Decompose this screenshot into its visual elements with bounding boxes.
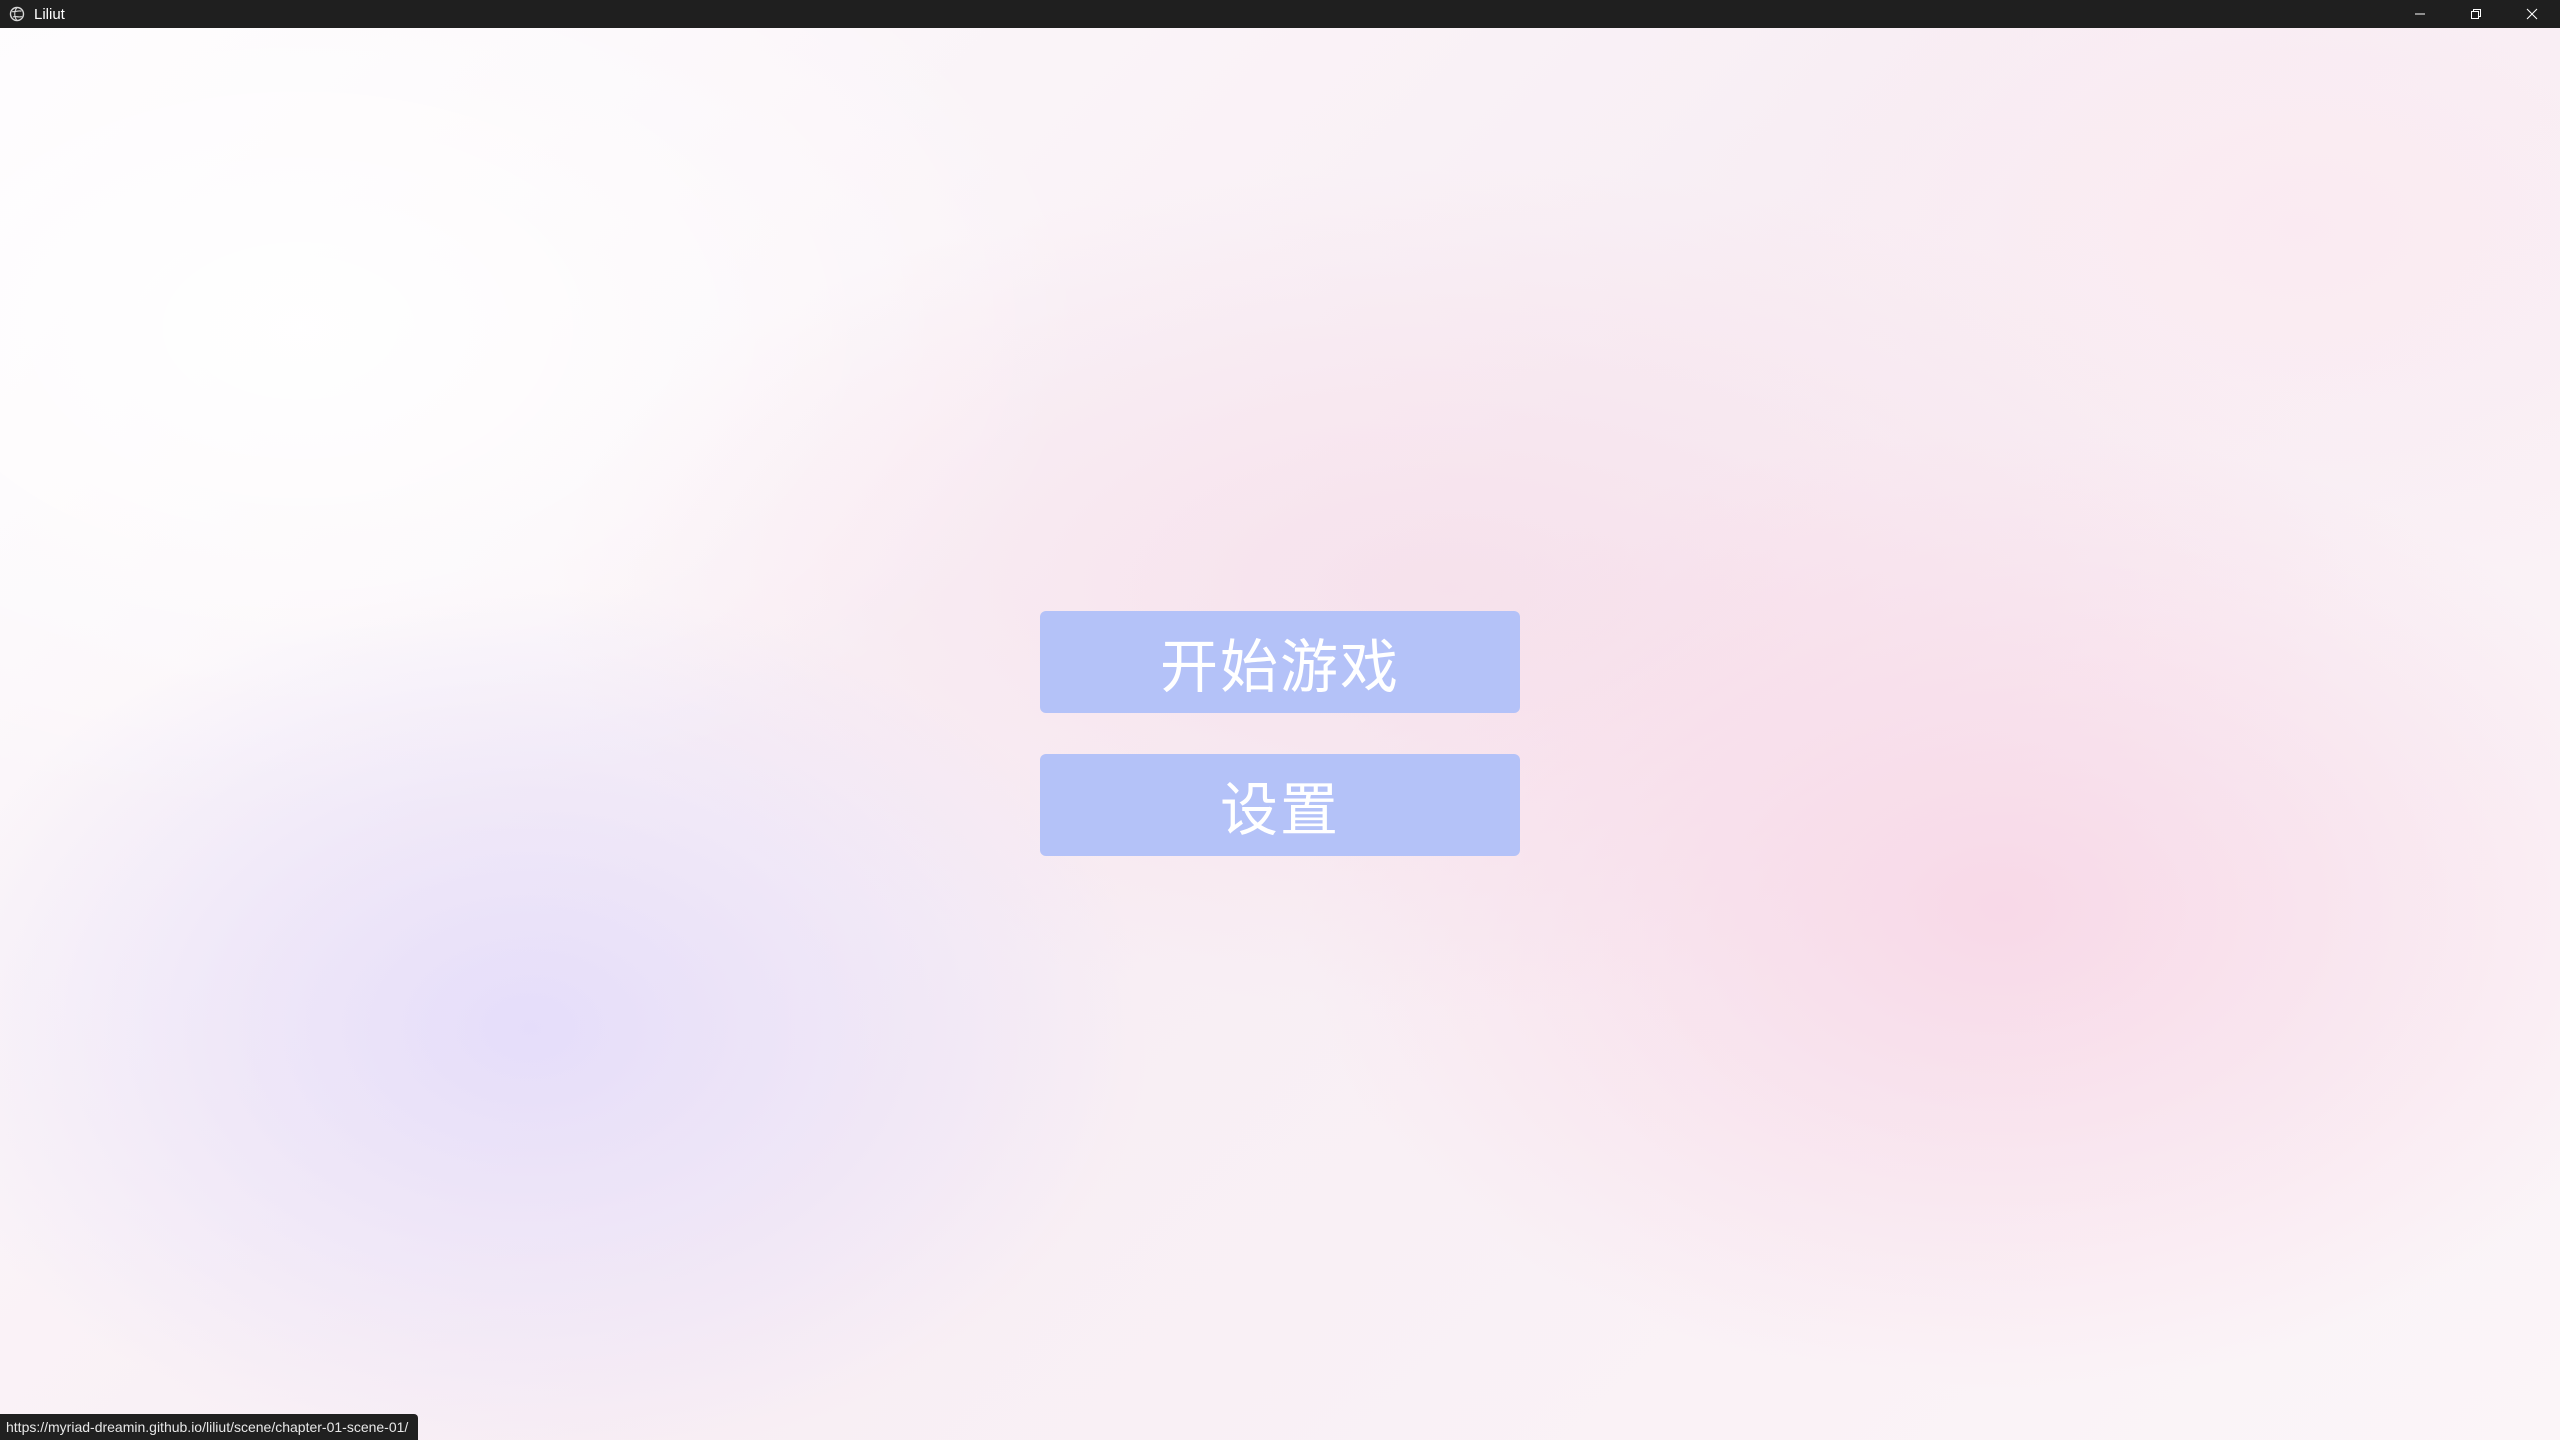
restore-button[interactable]: [2448, 0, 2504, 28]
title-bar[interactable]: Liliut: [0, 0, 2560, 28]
settings-button[interactable]: 设置: [1040, 754, 1520, 856]
close-icon: [2526, 5, 2538, 24]
minimize-icon: [2414, 5, 2426, 24]
start-game-button[interactable]: 开始游戏: [1040, 611, 1520, 713]
app-window: Liliut 开始游戏 设置 https://myriad-dreamin.gi…: [0, 0, 2560, 1440]
link-status-bar: https://myriad-dreamin.github.io/liliut/…: [0, 1414, 419, 1440]
globe-icon: [9, 6, 25, 22]
restore-icon: [2470, 5, 2482, 24]
window-title: Liliut: [34, 5, 65, 23]
game-title-screen: 开始游戏 设置: [0, 28, 2560, 1440]
minimize-button[interactable]: [2392, 0, 2448, 28]
close-button[interactable]: [2504, 0, 2560, 28]
window-controls: [2392, 0, 2560, 28]
